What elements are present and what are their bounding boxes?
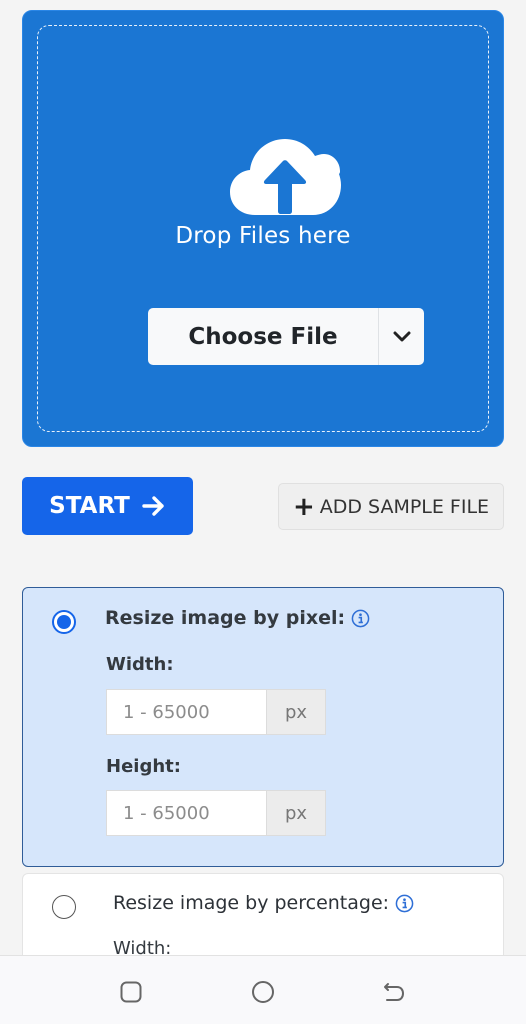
system-navigation-bar <box>0 955 526 1024</box>
plus-icon: + <box>292 491 315 522</box>
recent-apps-icon[interactable] <box>119 980 143 1004</box>
width-unit: px <box>266 690 325 734</box>
file-dropzone[interactable]: Drop Files here Choose File <box>22 10 504 447</box>
height-unit: px <box>266 791 325 835</box>
add-sample-label: ADD SAMPLE FILE <box>319 495 490 518</box>
height-input[interactable] <box>107 791 266 835</box>
resize-by-percentage-radio[interactable] <box>52 895 76 919</box>
cloud-upload-icon <box>230 139 341 215</box>
info-icon[interactable] <box>351 609 370 628</box>
height-label: Height: <box>106 756 181 777</box>
chevron-down-icon <box>393 331 410 341</box>
home-icon[interactable] <box>251 980 275 1004</box>
start-label: START <box>49 493 130 519</box>
resize-by-percentage-title: Resize image by percentage: <box>113 892 414 914</box>
resize-by-pixel-option[interactable]: Resize image by pixel: Width: px Height:… <box>22 587 504 867</box>
option-title-text: Resize image by pixel: <box>105 607 346 629</box>
width-label: Width: <box>106 654 174 675</box>
option-title-text: Resize image by percentage: <box>113 892 390 914</box>
drop-files-text: Drop Files here <box>175 223 351 249</box>
resize-by-pixel-title: Resize image by pixel: <box>105 607 370 629</box>
start-button[interactable]: START <box>22 477 193 535</box>
resize-by-pixel-radio[interactable] <box>52 610 76 634</box>
choose-file-button[interactable]: Choose File <box>148 308 378 365</box>
height-input-group: px <box>106 790 326 836</box>
choose-file-group: Choose File <box>148 308 424 365</box>
back-icon[interactable] <box>382 980 406 1004</box>
choose-file-dropdown-button[interactable] <box>379 308 424 365</box>
add-sample-file-button[interactable]: + ADD SAMPLE FILE <box>278 483 504 530</box>
width-input-group: px <box>106 689 326 735</box>
width-input[interactable] <box>107 690 266 734</box>
info-icon[interactable] <box>395 894 414 913</box>
arrow-right-icon <box>142 496 164 516</box>
